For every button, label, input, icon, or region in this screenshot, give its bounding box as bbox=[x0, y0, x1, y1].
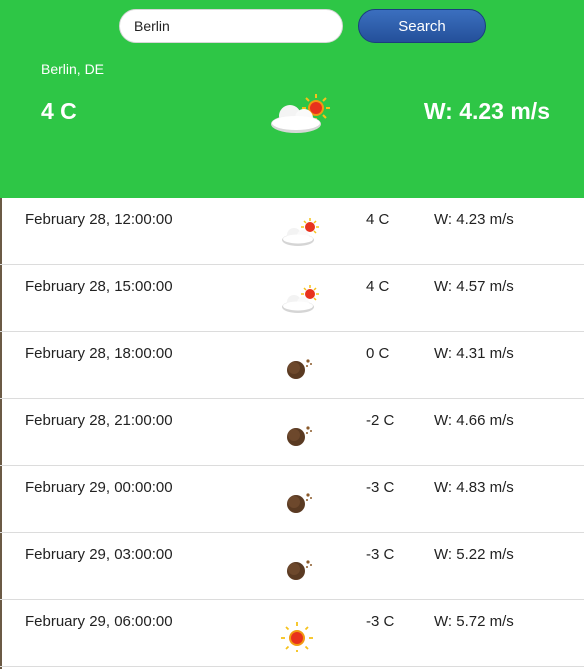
current-wind: W: 4.23 m/s bbox=[423, 98, 550, 124]
cloud-sun-icon bbox=[271, 94, 330, 133]
current-temperature: 4 C bbox=[41, 98, 77, 124]
moon-icon bbox=[287, 359, 312, 379]
forecast-date: February 28, 21:00:00 bbox=[25, 412, 173, 429]
forecast-date: February 28, 15:00:00 bbox=[25, 278, 173, 295]
cloud-sun-icon bbox=[282, 285, 319, 313]
forecast-date: February 28, 18:00:00 bbox=[25, 345, 173, 362]
forecast-row: February 28, 21:00:00 -2 C W: 4.66 m/s bbox=[0, 399, 584, 466]
forecast-date: February 29, 06:00:00 bbox=[25, 613, 173, 630]
forecast-wind: W: 4.83 m/s bbox=[434, 479, 514, 496]
forecast-row: February 28, 18:00:00 0 C W: 4.31 m/s bbox=[0, 332, 584, 399]
forecast-temperature: 4 C bbox=[366, 211, 390, 228]
forecast-temperature: -2 C bbox=[366, 412, 395, 429]
forecast-row: February 29, 06:00:00 -3 C W: 5.72 m/s bbox=[0, 600, 584, 667]
forecast-wind: W: 4.31 m/s bbox=[434, 345, 514, 362]
moon-icon bbox=[287, 493, 312, 513]
forecast-temperature: -3 C bbox=[366, 479, 395, 496]
forecast-date: February 29, 00:00:00 bbox=[25, 479, 173, 496]
forecast-row: February 29, 00:00:00 -3 C W: 4.83 m/s bbox=[0, 466, 584, 533]
forecast-wind: W: 4.23 m/s bbox=[434, 211, 514, 228]
forecast-temperature: 0 C bbox=[366, 345, 390, 362]
forecast-wind: W: 4.66 m/s bbox=[434, 412, 514, 429]
city-label: Berlin, DE bbox=[41, 61, 105, 77]
forecast-wind: W: 4.57 m/s bbox=[434, 278, 514, 295]
forecast-wind: W: 5.72 m/s bbox=[434, 613, 514, 630]
search-button[interactable]: Search bbox=[358, 9, 486, 43]
forecast-row: February 29, 03:00:00 -3 C W: 5.22 m/s bbox=[0, 533, 584, 600]
forecast-temperature: 4 C bbox=[366, 278, 390, 295]
sun-icon bbox=[281, 622, 313, 652]
moon-icon bbox=[287, 560, 312, 580]
search-input[interactable] bbox=[119, 9, 343, 43]
forecast-row: February 28, 12:00:00 4 C W: 4.23 m/s bbox=[0, 198, 584, 265]
moon-icon bbox=[287, 426, 312, 446]
forecast-temperature: -3 C bbox=[366, 613, 395, 630]
forecast-date: February 29, 03:00:00 bbox=[25, 546, 173, 563]
forecast-list: February 28, 12:00:00 4 C W: 4.23 m/s Fe… bbox=[0, 198, 584, 667]
forecast-temperature: -3 C bbox=[366, 546, 395, 563]
header-panel: Search Berlin, DE 4 C W: 4.23 m/s bbox=[0, 0, 584, 198]
forecast-row: February 28, 15:00:00 4 C W: 4.57 m/s bbox=[0, 265, 584, 332]
forecast-date: February 28, 12:00:00 bbox=[25, 211, 173, 228]
forecast-wind: W: 5.22 m/s bbox=[434, 546, 514, 563]
cloud-sun-icon bbox=[282, 218, 319, 246]
